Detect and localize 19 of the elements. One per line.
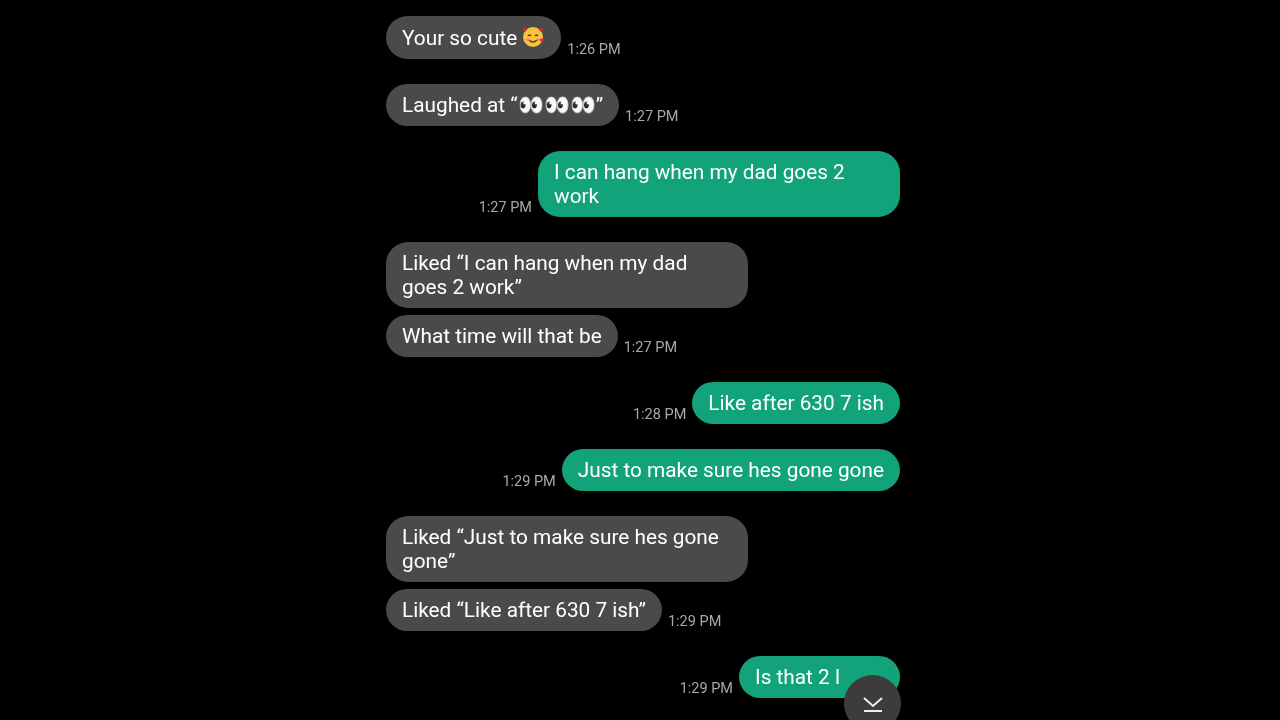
message-text: Like after 630 7 ish <box>708 391 884 415</box>
message-text: Liked “I can hang when my dad goes 2 work” <box>402 251 688 299</box>
message-time: 1:27 PM <box>478 199 532 216</box>
message-time: 1:28 PM <box>632 406 687 423</box>
message-time: 1:27 PM <box>625 108 679 125</box>
message-text: What time will that be <box>402 324 602 348</box>
message-time: 1:29 PM <box>502 473 556 490</box>
message-text: Just to make sure hes gone gone <box>577 458 884 482</box>
message-time: 1:29 PM <box>679 680 733 697</box>
message-time: 1:26 PM <box>567 41 621 58</box>
message-text: Laughed at “👀👀👀” <box>402 93 604 117</box>
message-text: I can hang when my dad goes 2 work <box>554 160 845 208</box>
message-text: Liked “Like after 630 7 ish” <box>402 598 646 622</box>
message-time: 1:27 PM <box>623 339 678 356</box>
message-text: Your so cute <box>402 26 518 50</box>
message-text: Is that 2 l <box>755 665 840 689</box>
message-text: Liked “Just to make sure hes gone gone” <box>402 525 719 573</box>
smiling-face-with-hearts-icon <box>521 25 546 49</box>
message-time: 1:29 PM <box>667 613 722 630</box>
